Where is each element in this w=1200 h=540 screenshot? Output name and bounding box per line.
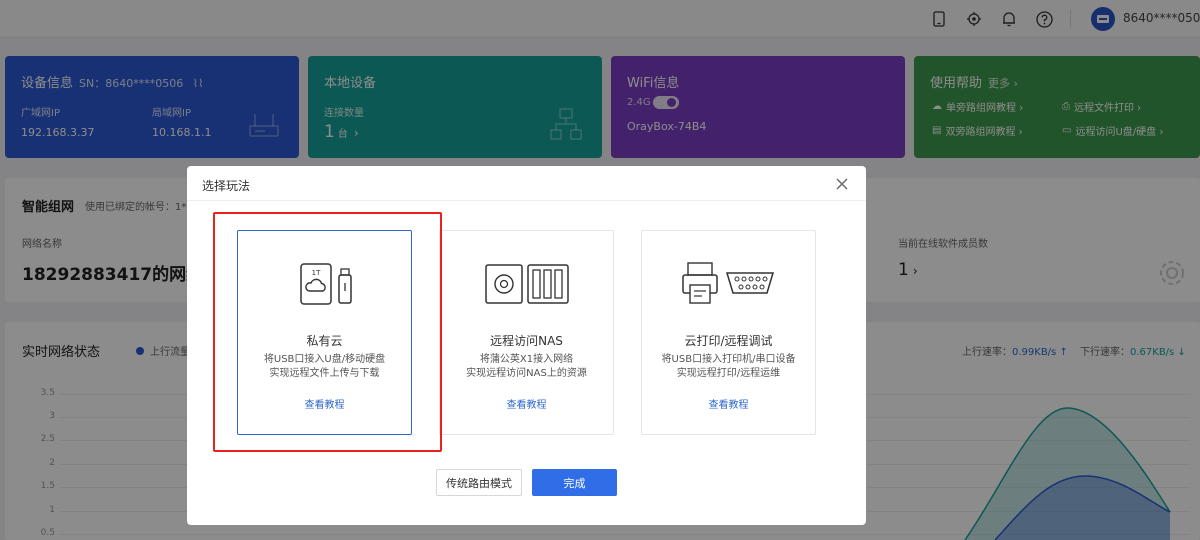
option-remote-nas[interactable]: 远程访问NAS 将蒲公英X1接入网络实现远程访问NAS上的资源 查看教程: [439, 230, 614, 435]
close-icon[interactable]: [835, 177, 849, 191]
option-desc: 将USB口接入打印机/串口设备 实现远程打印/远程运维: [642, 353, 815, 381]
option-desc: 将蒲公英X1接入网络实现远程访问NAS上的资源: [440, 353, 613, 381]
dialog-title: 选择玩法: [202, 179, 251, 193]
option-cloud-print[interactable]: 云打印/远程调试 将USB口接入打印机/串口设备 实现远程打印/远程运维 查看教程: [641, 230, 816, 435]
option-desc-line: 实现远程访问NAS上的资源: [466, 368, 587, 379]
nas-art: [440, 261, 613, 311]
printer-art: [642, 261, 815, 311]
done-button[interactable]: 完成: [532, 469, 617, 496]
printer-serial-icon: [681, 262, 774, 304]
nas-icon: [484, 264, 569, 304]
option-name: 云打印/远程调试: [684, 334, 773, 348]
option-desc-line: 将蒲公英X1接入网络: [479, 354, 574, 365]
tutorial-link[interactable]: 查看教程: [440, 396, 613, 411]
option-name: 远程访问NAS: [490, 334, 563, 348]
option-desc-line: 实现远程打印/远程运维: [676, 368, 781, 379]
selection-highlight-frame: [213, 212, 442, 452]
tutorial-link[interactable]: 查看教程: [642, 396, 815, 411]
legacy-router-mode-button[interactable]: 传统路由模式: [436, 469, 522, 496]
option-desc-line: 将USB口接入打印机/串口设备: [661, 354, 796, 365]
dialog-header: 选择玩法: [187, 166, 866, 201]
